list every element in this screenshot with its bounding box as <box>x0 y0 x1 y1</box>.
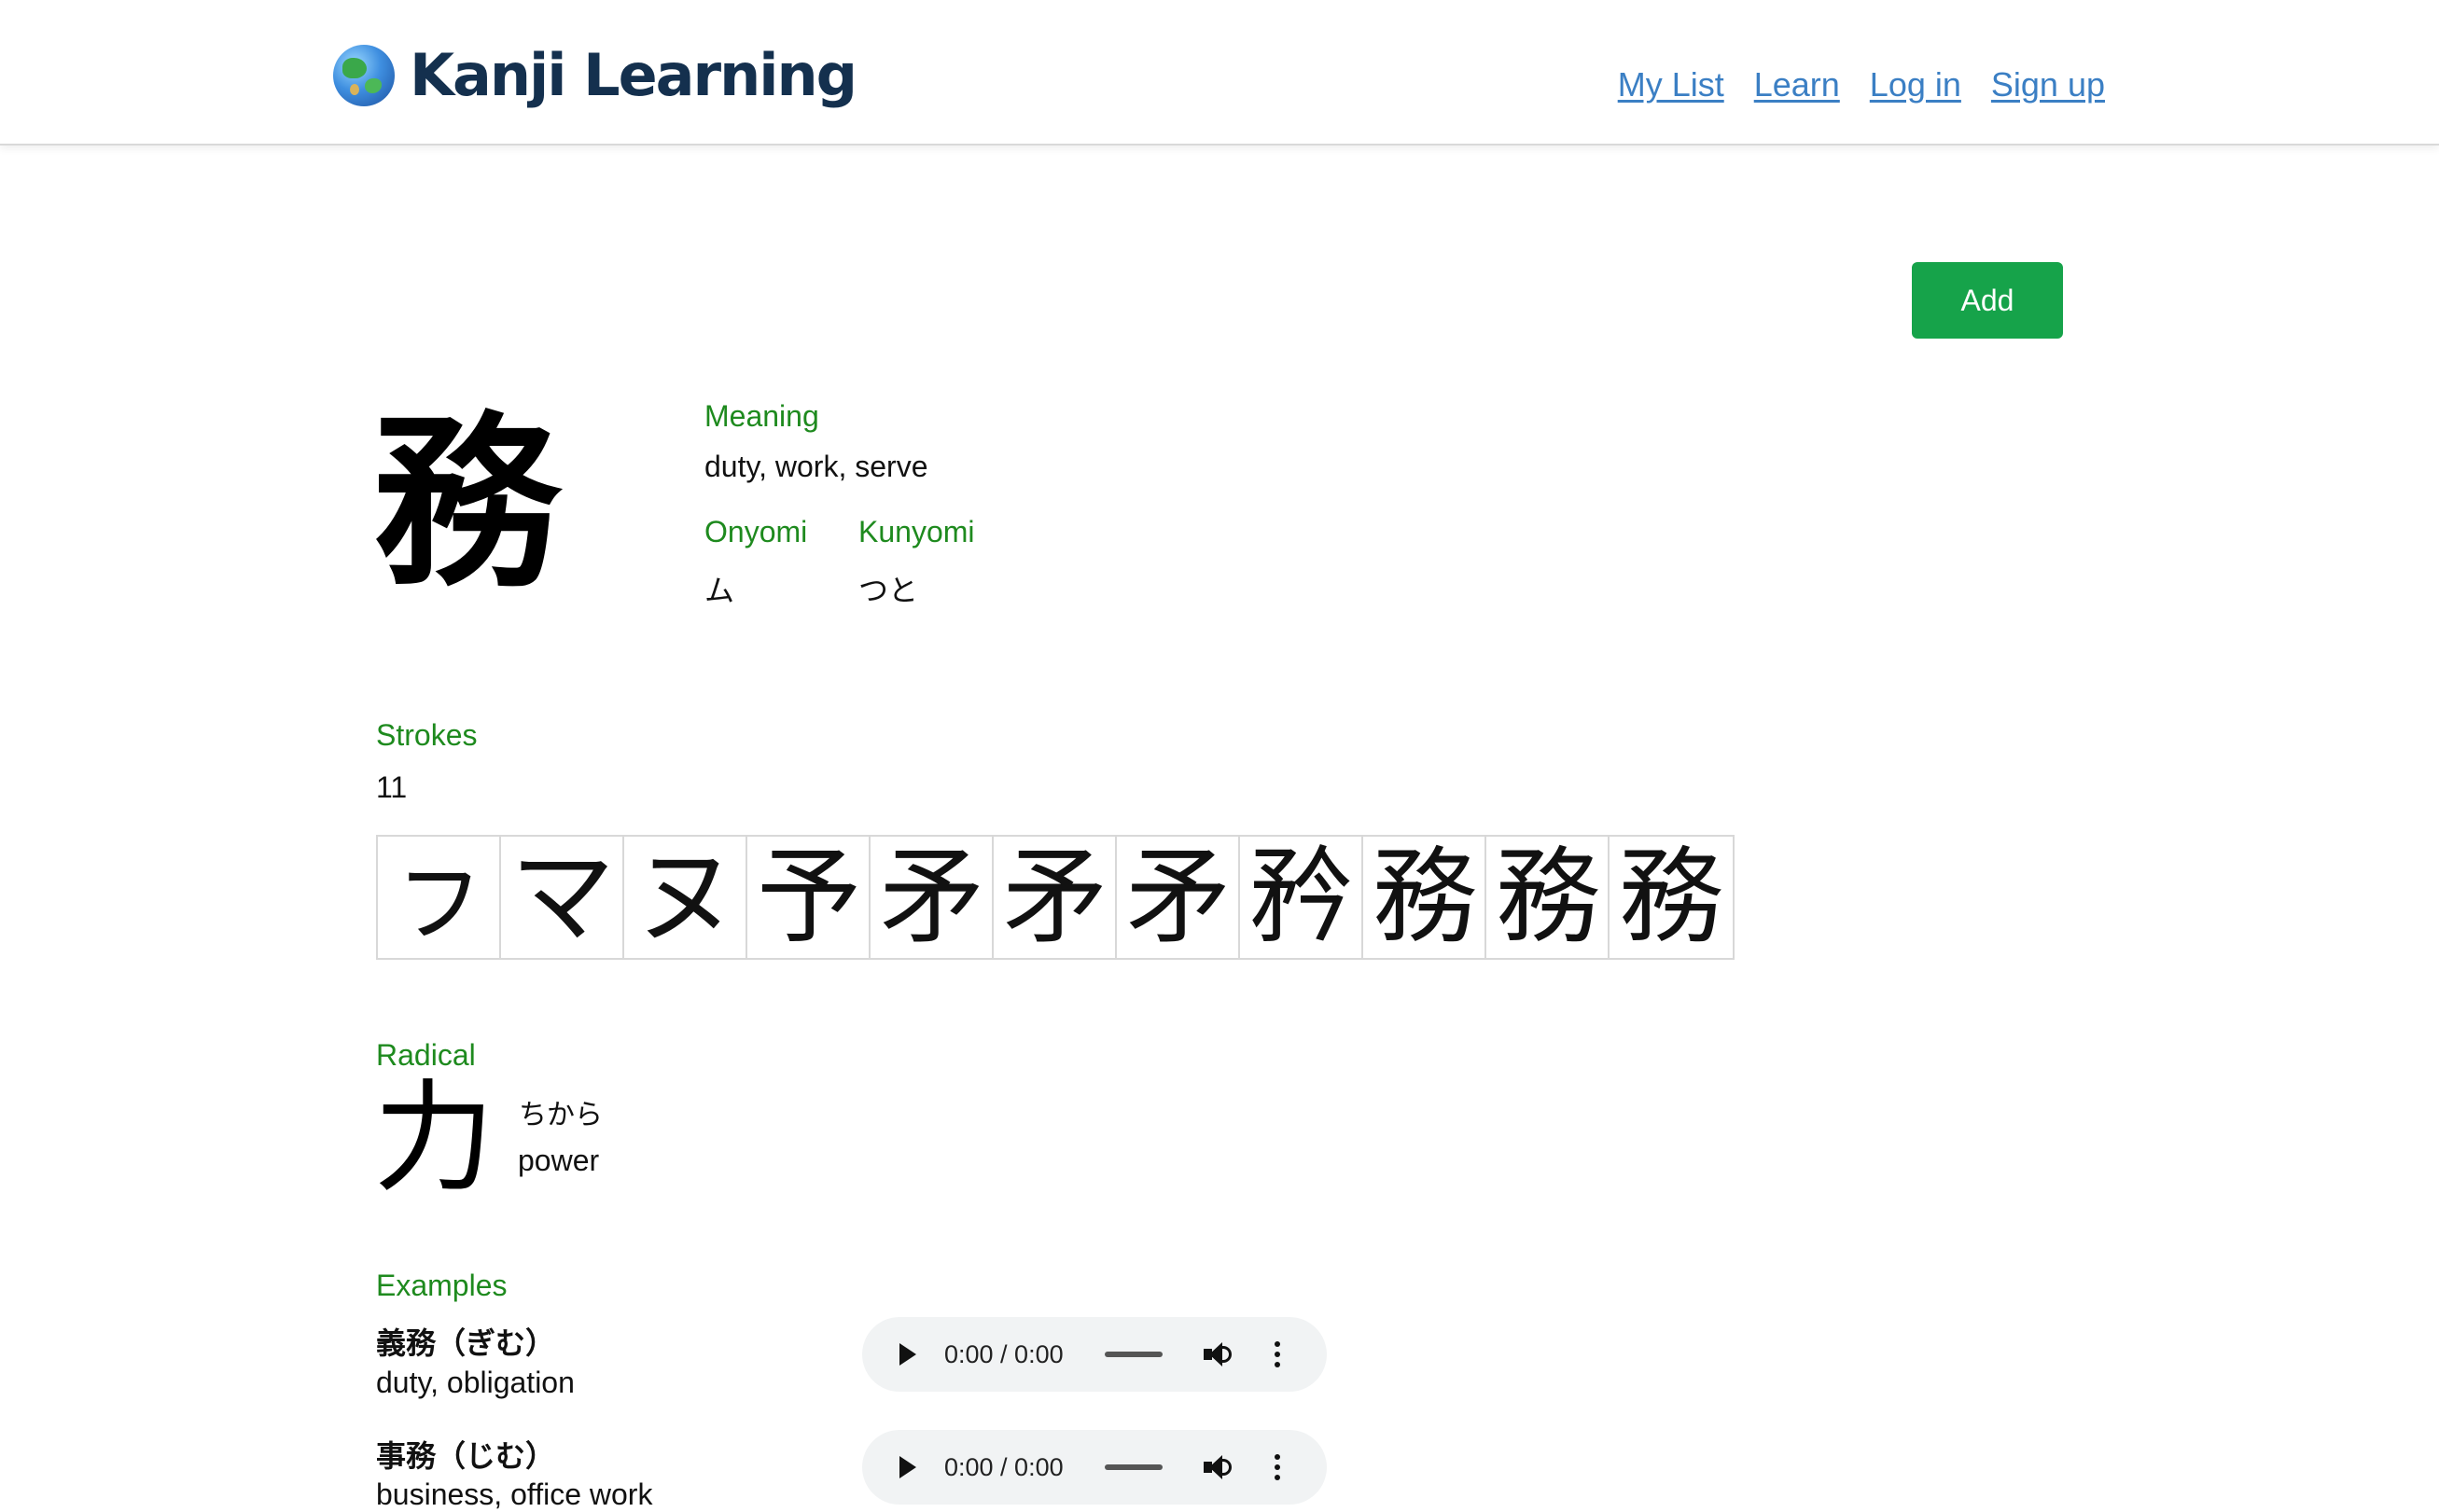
globe-icon <box>333 44 395 106</box>
stroke-step-glyph: 務 <box>1619 837 1723 958</box>
stroke-step-11: 務 <box>1610 837 1733 958</box>
stroke-step-5: 矛 <box>871 837 994 958</box>
add-button[interactable]: Add <box>1912 262 2063 339</box>
stroke-step-1: ㇷ <box>378 837 501 958</box>
radical-reading: ちから <box>519 1099 603 1131</box>
example-meaning: duty, obligation <box>376 1366 575 1399</box>
play-icon[interactable] <box>899 1343 916 1366</box>
nav-link-my-list[interactable]: My List <box>1618 65 1724 104</box>
onyomi-value: ム <box>704 573 735 608</box>
stroke-step-10: 務 <box>1486 837 1610 958</box>
play-icon[interactable] <box>899 1456 916 1478</box>
audio-time: 0:00 / 0:00 <box>944 1339 1064 1368</box>
kunyomi-label: Kunyomi <box>858 515 975 548</box>
strokes-label: Strokes <box>376 718 478 752</box>
navbar: Kanji Learning My List Learn Log in Sign… <box>0 0 2439 146</box>
volume-icon[interactable] <box>1204 1340 1235 1368</box>
stroke-step-glyph: 予 <box>757 837 861 958</box>
examples-label: Examples <box>376 1269 508 1302</box>
stroke-step-glyph: 矛 <box>1003 837 1108 958</box>
kanji-character: 務 <box>373 394 561 613</box>
brand[interactable]: Kanji Learning <box>333 41 857 109</box>
audio-player: 0:00 / 0:00 <box>862 1317 1327 1392</box>
stroke-step-8: 矜 <box>1240 837 1363 958</box>
audio-progress-bar[interactable] <box>1105 1352 1163 1357</box>
stroke-step-6: 矛 <box>994 837 1117 958</box>
nav-link-log-in[interactable]: Log in <box>1870 65 1961 104</box>
stroke-step-2: マ <box>501 837 624 958</box>
brand-name[interactable]: Kanji Learning <box>410 41 857 109</box>
stroke-step-glyph: ㇷ <box>387 837 492 958</box>
kunyomi-value: つと <box>858 573 919 608</box>
radical-character: 力 <box>373 1067 495 1209</box>
nav-links: My List Learn Log in Sign up <box>1618 65 2105 104</box>
onyomi-label: Onyomi <box>704 515 808 548</box>
stroke-step-glyph: 矛 <box>880 837 984 958</box>
example-word: 義務（ぎむ） <box>376 1325 556 1361</box>
radical-meaning: power <box>518 1144 600 1177</box>
example-meaning: business, office work <box>376 1477 653 1511</box>
stroke-step-glyph: ヌ <box>634 837 738 958</box>
stroke-order-grid: ㇷ マ ヌ 予 矛 矛 矛 矜 務 務 務 <box>376 835 1735 960</box>
stroke-step-3: ヌ <box>624 837 747 958</box>
stroke-step-glyph: 矛 <box>1126 837 1231 958</box>
stroke-step-glyph: 務 <box>1373 837 1477 958</box>
stroke-count: 11 <box>376 770 408 804</box>
stroke-step-9: 務 <box>1363 837 1486 958</box>
nav-link-learn[interactable]: Learn <box>1754 65 1840 104</box>
nav-link-sign-up[interactable]: Sign up <box>1991 65 2105 104</box>
stroke-step-7: 矛 <box>1117 837 1240 958</box>
example-word: 事務（じむ） <box>376 1438 556 1474</box>
audio-progress-bar[interactable] <box>1105 1464 1163 1470</box>
stroke-step-glyph: 矜 <box>1249 837 1354 958</box>
audio-time: 0:00 / 0:00 <box>944 1452 1064 1481</box>
meaning-label: Meaning <box>704 399 819 433</box>
stroke-step-glyph: 務 <box>1496 837 1600 958</box>
meaning-value: duty, work, serve <box>704 450 928 483</box>
volume-icon[interactable] <box>1204 1453 1235 1481</box>
stroke-step-4: 予 <box>747 837 871 958</box>
stroke-step-glyph: マ <box>510 837 615 958</box>
audio-player: 0:00 / 0:00 <box>862 1430 1327 1505</box>
more-options-icon[interactable] <box>1275 1454 1280 1480</box>
more-options-icon[interactable] <box>1275 1341 1280 1367</box>
